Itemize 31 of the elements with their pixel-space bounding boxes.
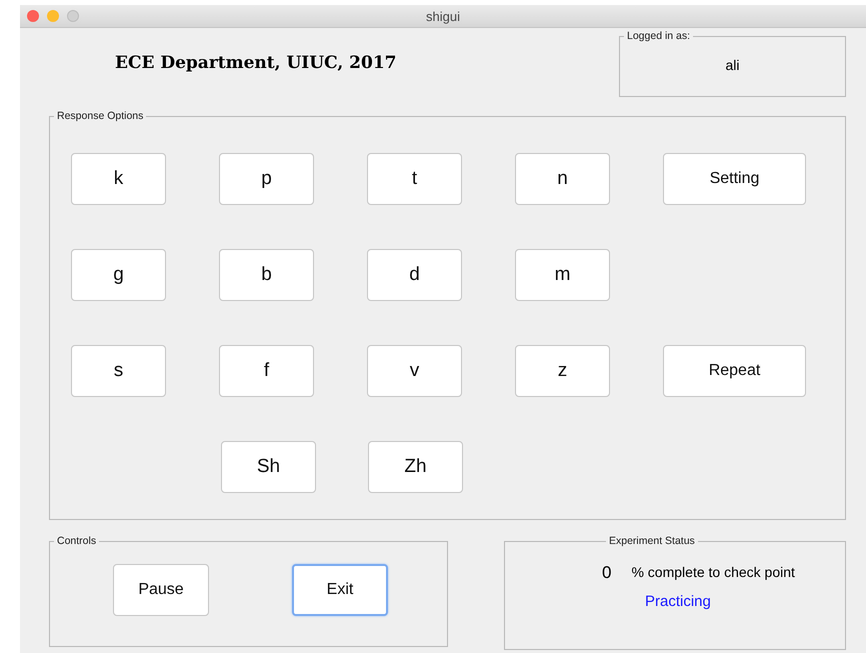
phoneme-button[interactable]: b (219, 249, 314, 301)
department-heading: ECE Department, UIUC, 2017 (115, 53, 396, 73)
phoneme-button[interactable]: p (219, 153, 314, 205)
control-button[interactable]: Pause (113, 564, 209, 616)
phoneme-button[interactable]: g (71, 249, 166, 301)
action-button[interactable]: Setting (663, 153, 806, 205)
close-icon[interactable] (27, 10, 39, 22)
panel-legend: Experiment Status (606, 535, 698, 547)
phoneme-button[interactable]: d (367, 249, 462, 301)
phoneme-button[interactable]: k (71, 153, 166, 205)
mode-text: Practicing (645, 593, 712, 610)
phoneme-button[interactable]: Sh (221, 441, 316, 493)
phoneme-button[interactable]: s (71, 345, 166, 397)
phoneme-button[interactable]: t (367, 153, 462, 205)
zoom-icon (67, 10, 79, 22)
percent-value: 0 (602, 563, 612, 583)
phoneme-button[interactable]: Zh (368, 441, 463, 493)
panel-legend: Logged in as: (624, 30, 694, 42)
action-button[interactable]: Repeat (663, 345, 806, 397)
username-text: ali (724, 57, 740, 75)
phoneme-button[interactable]: m (515, 249, 610, 301)
minimize-icon[interactable] (47, 10, 59, 22)
phoneme-button[interactable]: z (515, 345, 610, 397)
control-button[interactable]: Exit (292, 564, 388, 616)
phoneme-button[interactable]: n (515, 153, 610, 205)
window-title: shigui (426, 8, 460, 24)
progress-caption: % complete to check point (631, 564, 795, 582)
phoneme-button[interactable]: v (367, 345, 462, 397)
phoneme-button[interactable]: f (219, 345, 314, 397)
panel-legend: Controls (54, 535, 100, 547)
panel-legend: Response Options (54, 110, 146, 122)
